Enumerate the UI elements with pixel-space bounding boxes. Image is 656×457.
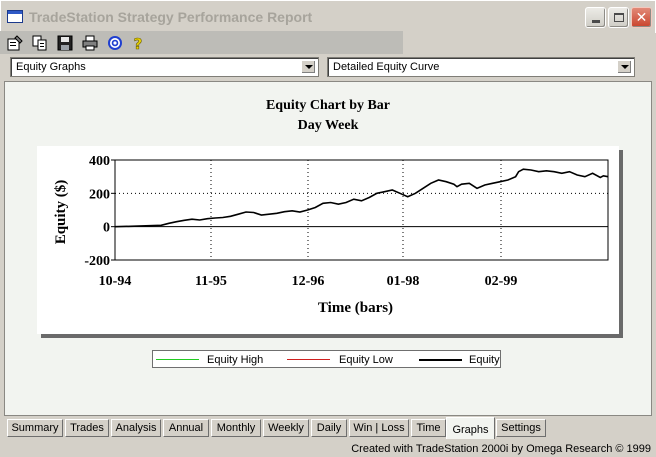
close-button[interactable]: ✕: [631, 7, 652, 28]
properties-button[interactable]: [6, 34, 24, 52]
tab-win-loss[interactable]: Win | Loss: [349, 419, 409, 437]
x-tick-label: 12-96: [292, 274, 325, 289]
tab-monthly[interactable]: Monthly: [211, 419, 261, 437]
maximize-button[interactable]: [608, 7, 629, 28]
legend-swatch-equity-high: [156, 359, 199, 360]
status-credit: Created with TradeStation 2000i by Omega…: [351, 443, 651, 455]
report-tabs: Summary Trades Analysis Annual Monthly W…: [0, 417, 656, 439]
print-button[interactable]: [81, 34, 99, 52]
chevron-down-icon[interactable]: [617, 60, 632, 74]
y-axis-label: Equity ($): [53, 180, 69, 245]
x-tick-label: 10-94: [99, 274, 132, 289]
target-button[interactable]: [106, 34, 124, 52]
title-bar[interactable]: TradeStation Strategy Performance Report…: [0, 0, 656, 33]
tab-summary[interactable]: Summary: [7, 419, 63, 437]
minimize-icon: [591, 20, 600, 23]
properties-icon: [7, 35, 23, 51]
equity-chart: 10-94 11-95 12-96 01-98 02-99 400 200 0 -200 Time…: [53, 154, 609, 316]
report-type-value: Equity Graphs: [16, 61, 86, 73]
y-tick-label: -200: [84, 254, 110, 269]
maximize-icon: [613, 13, 624, 22]
tab-weekly[interactable]: Weekly: [263, 419, 309, 437]
print-icon: [82, 35, 98, 51]
copy-icon: [32, 35, 47, 51]
copy-button[interactable]: [31, 34, 49, 52]
x-tick-label: 01-98: [387, 274, 420, 289]
status-bar: Created with TradeStation 2000i by Omega…: [0, 439, 656, 457]
close-icon: ✕: [635, 9, 648, 26]
plot-frame: [114, 159, 609, 261]
svg-text:?: ?: [134, 35, 143, 51]
legend-label-equity: Equity: [469, 354, 500, 366]
graph-type-select[interactable]: Detailed Equity Curve: [327, 57, 635, 77]
help-icon: ?: [133, 35, 143, 51]
report-type-select[interactable]: Equity Graphs: [10, 57, 319, 77]
y-tick-label: 0: [103, 221, 110, 236]
toolbar: ?: [0, 31, 403, 54]
tab-analysis[interactable]: Analysis: [111, 419, 161, 437]
save-button[interactable]: [56, 34, 74, 52]
tab-trades[interactable]: Trades: [65, 419, 109, 437]
target-icon: [108, 36, 122, 50]
chart-subtitle: Day Week: [297, 118, 359, 133]
legend-label-equity-high: Equity High: [207, 354, 264, 366]
help-button[interactable]: ?: [129, 34, 147, 52]
tab-annual[interactable]: Annual: [163, 419, 209, 437]
x-axis-label: Time (bars): [318, 300, 393, 316]
legend-label-equity-low: Equity Low: [339, 354, 393, 366]
minimize-button[interactable]: [585, 7, 606, 28]
chart-area: 10-94 11-95 12-96 01-98 02-99 400 200 0 -200 Time…: [37, 146, 619, 334]
window-title: TradeStation Strategy Performance Report: [29, 9, 313, 25]
y-tick-label: 200: [89, 187, 110, 202]
chart-title: Equity Chart by Bar: [265, 98, 391, 113]
legend-swatch-equity-low: [287, 359, 330, 360]
tab-time[interactable]: Time: [411, 419, 446, 437]
chart-legend: Equity High Equity Low Equity: [152, 350, 501, 368]
legend-swatch-equity: [419, 359, 462, 361]
save-icon: [57, 35, 73, 51]
tab-daily[interactable]: Daily: [311, 419, 347, 437]
x-tick-label: 02-99: [485, 274, 518, 289]
window-icon: [7, 10, 23, 23]
y-tick-label: 400: [89, 154, 110, 169]
x-tick-label: 11-95: [195, 274, 227, 289]
graph-type-value: Detailed Equity Curve: [333, 61, 440, 73]
chevron-down-icon[interactable]: [301, 60, 316, 74]
tab-settings[interactable]: Settings: [496, 419, 546, 437]
tab-graphs[interactable]: Graphs: [446, 417, 495, 439]
